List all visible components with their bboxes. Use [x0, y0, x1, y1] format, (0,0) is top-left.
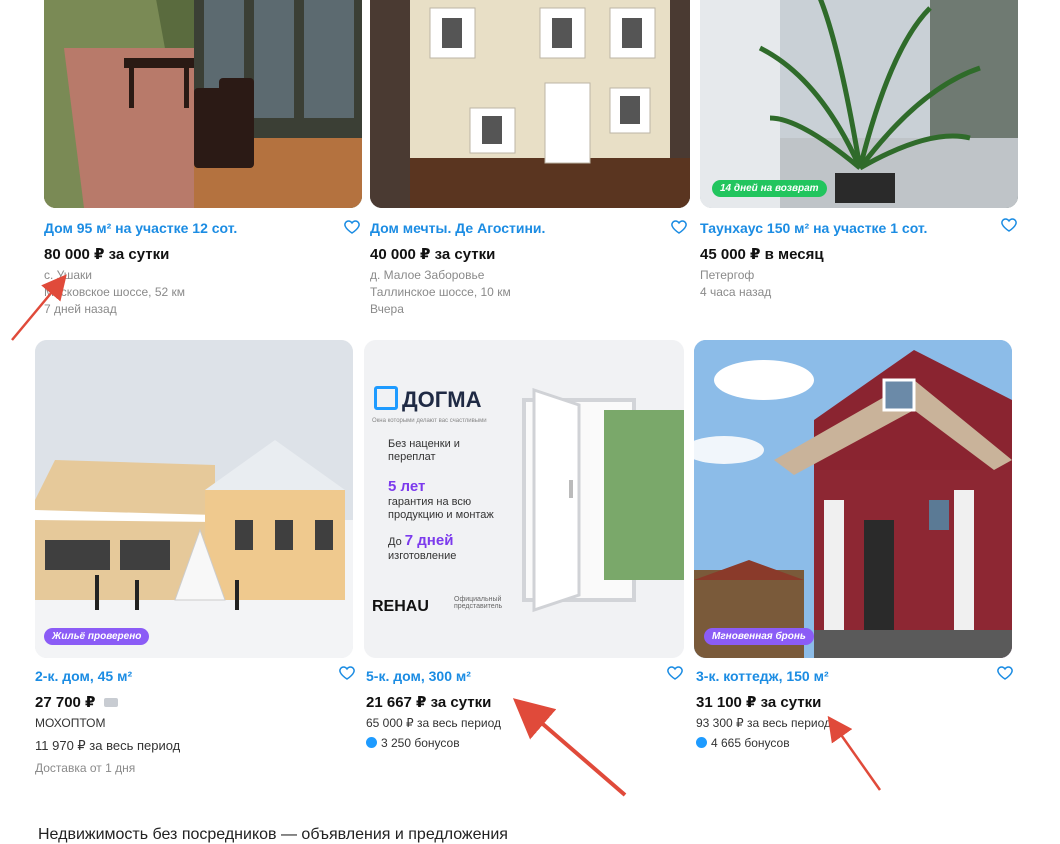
- listing-date: 7 дней назад: [44, 302, 117, 316]
- listing-title[interactable]: Дом 95 м² на участке 12 сот.: [44, 220, 237, 236]
- ad-partner: REHAU: [372, 598, 429, 615]
- listing-road: Таллинское шоссе, 10 км: [370, 285, 511, 299]
- ad-feature-3: До 7 дней: [388, 532, 454, 549]
- total-price: 93 300 ₽ за весь период: [696, 716, 831, 730]
- listing-location: д. Малое Заборовье: [370, 268, 485, 282]
- listing-photo[interactable]: [700, 0, 1018, 208]
- listing-title[interactable]: 2-к. дом, 45 м²: [35, 668, 132, 684]
- ad-feature-1: Без наценки и переплат: [388, 438, 460, 463]
- heart-icon[interactable]: [338, 664, 356, 682]
- brand-logo-icon: [374, 386, 398, 410]
- delivery-truck-icon: [103, 698, 118, 707]
- listing-price: 27 700 ₽: [35, 693, 118, 711]
- ad-feature-2-big: 5 лет: [388, 478, 426, 495]
- ad-feature-3-note: изготовление: [388, 550, 457, 562]
- listing-date: 4 часа назад: [700, 285, 772, 299]
- brand-name: ДОГМА: [402, 387, 482, 412]
- total-price: 65 000 ₽ за весь период: [366, 716, 501, 730]
- heart-icon[interactable]: [1000, 216, 1018, 234]
- listing-photo[interactable]: [370, 0, 690, 208]
- bonus-icon: [696, 737, 707, 748]
- listing-road: Московское шоссе, 52 км: [44, 285, 185, 299]
- listing-title[interactable]: 3-к. коттедж, 150 м²: [696, 668, 829, 684]
- ad-partner-note: Официальный представитель: [454, 596, 503, 610]
- listing-price: 31 100 ₽ за сутки: [696, 694, 822, 711]
- listing-price: 40 000 ₽ за сутки: [370, 246, 496, 263]
- listing-photo[interactable]: [35, 340, 353, 658]
- ad-brand: ДОГМА: [374, 386, 481, 413]
- return-badge: 14 дней на возврат: [712, 180, 827, 197]
- ad-banner[interactable]: ДОГМА Окна которыми делают вас счастливы…: [364, 340, 684, 658]
- ad-tagline: Окна которыми делают вас счастливыми: [372, 418, 487, 424]
- verified-badge: Жильё проверено: [44, 628, 150, 645]
- delivery-info: Доставка от 1 дня: [35, 761, 136, 775]
- ad-feature-2: гарантия на всю продукцию и монтаж: [388, 496, 494, 521]
- heart-icon[interactable]: [670, 218, 688, 236]
- bonus-info: 3 250 бонусов: [366, 736, 460, 750]
- price-value: 27 700 ₽: [35, 694, 96, 711]
- listing-location: с. Ушаки: [44, 268, 93, 282]
- listing-title[interactable]: Таунхаус 150 м² на участке 1 сот.: [700, 220, 927, 236]
- heart-icon[interactable]: [996, 664, 1014, 682]
- listing-photo[interactable]: [694, 340, 1012, 658]
- listing-price: 45 000 ₽ в месяц: [700, 246, 824, 263]
- total-price: 11 970 ₽ за весь период: [35, 738, 181, 753]
- listing-price: 21 667 ₽ за сутки: [366, 694, 492, 711]
- instant-booking-badge: Мгновенная бронь: [704, 628, 814, 645]
- arrow-3: [827, 715, 882, 791]
- bonus-info: 4 665 бонусов: [696, 736, 790, 750]
- seller-name: МОХОПТОМ: [35, 716, 106, 730]
- listing-location: Петергоф: [700, 268, 755, 282]
- heart-icon[interactable]: [666, 664, 684, 682]
- heart-icon[interactable]: [343, 218, 361, 236]
- listing-title[interactable]: 5-к. дом, 300 м²: [366, 668, 471, 684]
- section-heading-cut: Недвижимость без посредников — объявлени…: [38, 826, 508, 843]
- listing-date: Вчера: [370, 302, 404, 316]
- listing-title[interactable]: Дом мечты. Де Агостини.: [370, 220, 545, 236]
- listing-price: 80 000 ₽ за сутки: [44, 246, 170, 263]
- arrow-2: [512, 698, 627, 797]
- listing-photo[interactable]: [44, 0, 362, 208]
- bonus-icon: [366, 737, 377, 748]
